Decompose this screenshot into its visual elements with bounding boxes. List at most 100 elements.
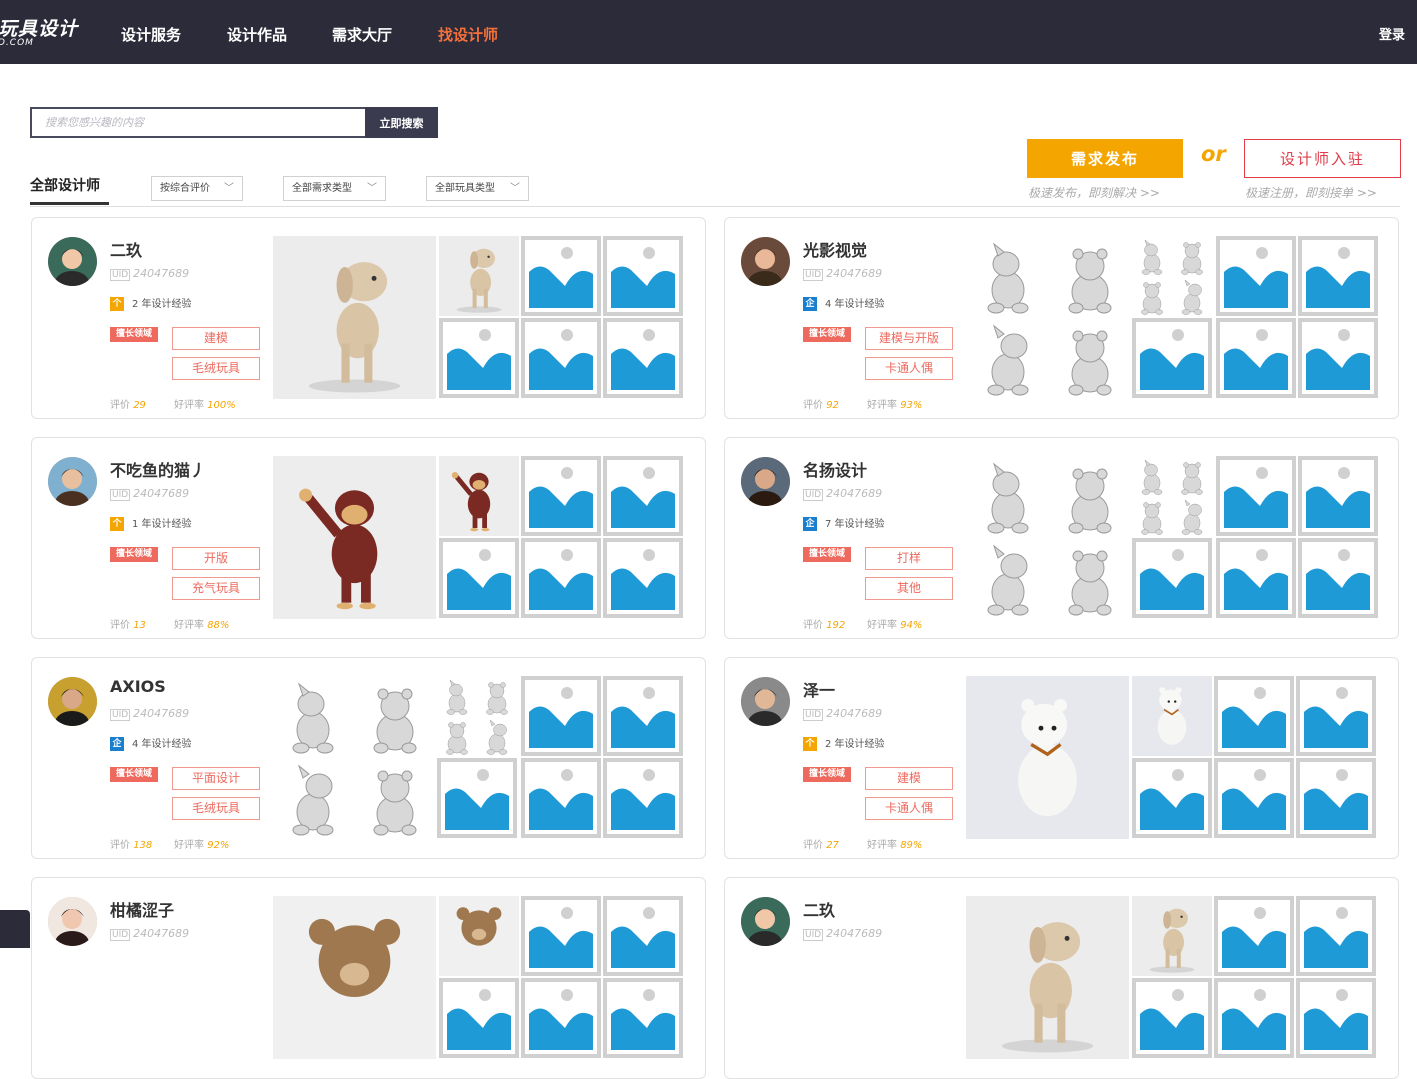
portfolio-main-image[interactable]: [966, 896, 1129, 1059]
image-placeholder[interactable]: [521, 676, 601, 756]
avatar[interactable]: [741, 897, 790, 946]
designer-name[interactable]: 泽一: [803, 677, 835, 701]
portfolio-sketch[interactable]: [355, 758, 435, 838]
portfolio-main-image[interactable]: [273, 896, 436, 1059]
image-placeholder[interactable]: [603, 978, 683, 1058]
designer-name[interactable]: 不吃鱼的猫丿: [110, 457, 206, 481]
image-placeholder[interactable]: [1132, 978, 1212, 1058]
avatar[interactable]: [741, 677, 790, 726]
portfolio-sketch[interactable]: [1050, 236, 1130, 316]
search-input[interactable]: [32, 109, 365, 136]
image-placeholder[interactable]: [521, 538, 601, 618]
image-placeholder[interactable]: [1132, 538, 1212, 618]
skill-tag[interactable]: 平面设计: [172, 767, 260, 790]
portfolio-thumbnail[interactable]: [1132, 896, 1212, 976]
designer-card[interactable]: 光影视觉 UID 24047689 企 4 年设计经验 擅长领域 建模与开版 卡通人偶 评价 9…: [724, 217, 1399, 419]
image-placeholder[interactable]: [603, 456, 683, 536]
avatar[interactable]: [48, 897, 97, 946]
nav-find-designer[interactable]: 找设计师: [438, 24, 498, 45]
avatar[interactable]: [741, 237, 790, 286]
image-placeholder[interactable]: [1298, 538, 1378, 618]
portfolio-sketch[interactable]: [1050, 456, 1130, 536]
skill-tag[interactable]: 毛绒玩具: [172, 357, 260, 380]
image-placeholder[interactable]: [1214, 676, 1294, 756]
image-placeholder[interactable]: [439, 318, 519, 398]
portfolio-sketch[interactable]: [273, 758, 353, 838]
tab-all-designers[interactable]: 全部设计师: [30, 175, 100, 195]
image-placeholder[interactable]: [1296, 676, 1376, 756]
image-placeholder[interactable]: [603, 236, 683, 316]
designer-card[interactable]: 二玖 UID 24047689 个 2 年设计经验 擅长领域 建模 毛绒玩具 评价 29 好评率 …: [31, 217, 706, 419]
logo-title[interactable]: 玩具设计: [0, 14, 78, 41]
portfolio-sketch[interactable]: [273, 676, 353, 756]
skill-tag[interactable]: 开版: [172, 547, 260, 570]
image-placeholder[interactable]: [521, 978, 601, 1058]
skill-tag[interactable]: 充气玩具: [172, 577, 260, 600]
portfolio-main-image[interactable]: [273, 236, 436, 399]
image-placeholder[interactable]: [521, 318, 601, 398]
image-placeholder[interactable]: [521, 896, 601, 976]
avatar[interactable]: [48, 457, 97, 506]
designer-card[interactable]: 泽一 UID 24047689 个 2 年设计经验 擅长领域 建模 卡通人偶 评价 27 好评率 …: [724, 657, 1399, 859]
portfolio-thumbnail[interactable]: [439, 236, 519, 316]
designer-name[interactable]: 名扬设计: [803, 457, 867, 481]
portfolio-main-image[interactable]: [966, 676, 1129, 839]
image-placeholder[interactable]: [1214, 758, 1294, 838]
portfolio-sketch[interactable]: [1050, 318, 1130, 398]
skill-tag[interactable]: 其他: [865, 577, 953, 600]
skill-tag[interactable]: 建模与开版: [865, 327, 953, 350]
skill-tag[interactable]: 毛绒玩具: [172, 797, 260, 820]
skill-tag[interactable]: 建模: [865, 767, 953, 790]
designer-join-button[interactable]: 设计师入驻: [1244, 139, 1401, 178]
skill-tag[interactable]: 卡通人偶: [865, 357, 953, 380]
image-placeholder[interactable]: [521, 758, 601, 838]
image-placeholder[interactable]: [439, 538, 519, 618]
designer-name[interactable]: 柑橘涩子: [110, 897, 174, 921]
image-placeholder[interactable]: [1216, 318, 1296, 398]
avatar[interactable]: [48, 237, 97, 286]
avatar[interactable]: [48, 677, 97, 726]
designer-card[interactable]: 名扬设计 UID 24047689 企 7 年设计经验 擅长领域 打样 其他 评价 192 好评率…: [724, 437, 1399, 639]
image-placeholder[interactable]: [1298, 236, 1378, 316]
portfolio-sketch[interactable]: [1050, 538, 1130, 618]
join-subtext[interactable]: 极速注册，即刻接单 >>: [1245, 184, 1377, 201]
portfolio-thumbnail-multi[interactable]: [1132, 236, 1212, 316]
portfolio-sketch[interactable]: [968, 318, 1048, 398]
portfolio-sketch[interactable]: [968, 456, 1048, 536]
designer-name[interactable]: 二玖: [110, 237, 142, 261]
image-placeholder[interactable]: [603, 318, 683, 398]
toy-type-dropdown[interactable]: 全部玩具类型 ﹀: [426, 176, 529, 201]
avatar[interactable]: [741, 457, 790, 506]
image-placeholder[interactable]: [1214, 978, 1294, 1058]
image-placeholder[interactable]: [1296, 758, 1376, 838]
login-link[interactable]: 登录: [1379, 24, 1405, 43]
image-placeholder[interactable]: [521, 236, 601, 316]
designer-name[interactable]: 光影视觉: [803, 237, 867, 261]
image-placeholder[interactable]: [437, 758, 517, 838]
image-placeholder[interactable]: [1216, 236, 1296, 316]
publish-subtext[interactable]: 极速发布，即刻解决 >>: [1028, 184, 1160, 201]
image-placeholder[interactable]: [603, 538, 683, 618]
sort-dropdown[interactable]: 按综合评价 ﹀: [151, 176, 243, 201]
portfolio-thumbnail[interactable]: [439, 456, 519, 536]
image-placeholder[interactable]: [1214, 896, 1294, 976]
designer-name[interactable]: 二玖: [803, 897, 835, 921]
portfolio-main-image[interactable]: [273, 456, 436, 619]
image-placeholder[interactable]: [1296, 896, 1376, 976]
image-placeholder[interactable]: [603, 896, 683, 976]
designer-card[interactable]: 二玖 UID 24047689: [724, 877, 1399, 1079]
nav-design-services[interactable]: 设计服务: [121, 24, 181, 45]
skill-tag[interactable]: 建模: [172, 327, 260, 350]
image-placeholder[interactable]: [521, 456, 601, 536]
image-placeholder[interactable]: [1216, 456, 1296, 536]
portfolio-sketch[interactable]: [968, 236, 1048, 316]
nav-demand-hall[interactable]: 需求大厅: [332, 24, 392, 45]
portfolio-thumbnail[interactable]: [439, 896, 519, 976]
designer-card[interactable]: AXIOS UID 24047689 企 4 年设计经验 擅长领域 平面设计 毛绒玩具 评价 1…: [31, 657, 706, 859]
skill-tag[interactable]: 打样: [865, 547, 953, 570]
image-placeholder[interactable]: [1298, 456, 1378, 536]
designer-card[interactable]: 不吃鱼的猫丿 UID 24047689 个 1 年设计经验 擅长领域 开版 充气玩具 评价 13…: [31, 437, 706, 639]
image-placeholder[interactable]: [1298, 318, 1378, 398]
side-float-tab[interactable]: [0, 910, 30, 948]
skill-tag[interactable]: 卡通人偶: [865, 797, 953, 820]
